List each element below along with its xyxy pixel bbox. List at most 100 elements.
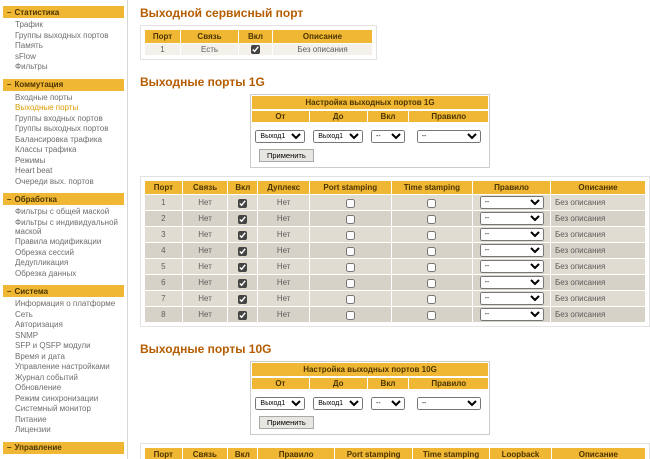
sidebar-section-system[interactable]: – Система (3, 285, 124, 297)
rule-select[interactable]: -- (479, 196, 544, 210)
settings-cell-rule: -- (409, 390, 489, 413)
sidebar-item[interactable]: Трафик (3, 20, 124, 31)
ports-10g-apply-button[interactable]: Применить (259, 416, 314, 430)
sidebar-item[interactable]: sFlow (3, 52, 124, 63)
ports-1g-rule-select[interactable]: -- (416, 130, 481, 144)
ports-10g-to-select[interactable]: Выход1 (313, 397, 364, 411)
port-stamping-checkbox[interactable] (345, 294, 355, 304)
sidebar-item[interactable]: Входные порты (3, 93, 124, 104)
time-stamping-checkbox[interactable] (427, 246, 437, 256)
cell-port-stamping (309, 258, 392, 276)
time-stamping-checkbox[interactable] (427, 310, 437, 320)
rule-select[interactable]: -- (479, 228, 544, 242)
ports-1g-enabled-select[interactable]: -- (371, 130, 406, 144)
enabled-checkbox[interactable] (238, 278, 248, 288)
sidebar-item[interactable]: Питание (3, 415, 124, 426)
sidebar-item[interactable]: Системный монитор (3, 404, 124, 415)
settings-header-from: От (251, 377, 310, 391)
sidebar-item[interactable]: Правила модификации (3, 237, 124, 248)
service-port-table: Порт Связь Вкл Описание 1 Есть Без описания (144, 29, 373, 57)
port-stamping-checkbox[interactable] (345, 278, 355, 288)
enabled-checkbox[interactable] (238, 214, 248, 224)
enabled-checkbox[interactable] (238, 198, 248, 208)
rule-select[interactable]: -- (479, 212, 544, 226)
sidebar-item[interactable]: Память (3, 41, 124, 52)
cell-description: Без описания (549, 274, 647, 292)
ports-1g-from-select[interactable]: Выход1 (255, 130, 306, 144)
enabled-checkbox[interactable] (251, 45, 260, 55)
sidebar-item[interactable]: Лицензии (3, 425, 124, 436)
port-stamping-checkbox[interactable] (345, 262, 355, 272)
cell-description: Без описания (549, 226, 647, 244)
sidebar-item[interactable]: Время и дата (3, 352, 124, 363)
port-stamping-checkbox[interactable] (345, 198, 355, 208)
column-header-loopback: Loopback (489, 447, 552, 459)
sidebar-item[interactable]: Обрезка данных (3, 269, 124, 280)
time-stamping-checkbox[interactable] (427, 262, 437, 272)
time-stamping-checkbox[interactable] (427, 278, 437, 288)
sidebar-item[interactable]: Авторизация (3, 320, 124, 331)
sidebar-section-management[interactable]: – Управление (3, 441, 124, 454)
cell-link: Нет (181, 194, 229, 212)
sidebar-item[interactable]: Группы выходных портов (3, 31, 124, 42)
sidebar-item[interactable]: Обновление (3, 383, 124, 394)
rule-select[interactable]: -- (479, 244, 544, 258)
enabled-checkbox[interactable] (238, 294, 248, 304)
cell-description: Без описания (549, 210, 647, 228)
sidebar-item[interactable]: Группы входных портов (3, 114, 124, 125)
sidebar-item[interactable]: Балансировка трафика (3, 135, 124, 146)
time-stamping-checkbox[interactable] (427, 198, 437, 208)
ports-1g-apply-button[interactable]: Применить (259, 149, 314, 163)
sidebar-item[interactable]: Фильтры (3, 62, 124, 73)
enabled-checkbox[interactable] (238, 310, 248, 320)
page: – Статистика Трафик Группы выходных портов П… (0, 0, 650, 459)
cell-port: 1 (144, 194, 183, 212)
cell-rule: -- (472, 290, 551, 308)
enabled-checkbox[interactable] (238, 246, 248, 256)
enabled-checkbox[interactable] (238, 262, 248, 272)
sidebar-section-switching[interactable]: – Коммутация (3, 78, 124, 91)
table-row: 6 Нет Нет -- Без описания (144, 274, 647, 292)
port-stamping-checkbox[interactable] (345, 246, 355, 256)
rule-select[interactable]: -- (479, 260, 544, 274)
sidebar-item[interactable]: Журнал событий (3, 373, 124, 384)
enabled-checkbox[interactable] (238, 230, 248, 240)
cell-description: Без описания (549, 290, 647, 308)
sidebar-item[interactable]: Группы выходных портов (3, 124, 124, 135)
sidebar-item[interactable]: Выходные порты (3, 103, 124, 114)
sidebar-item[interactable]: Очереди вых. портов (3, 177, 124, 188)
ports-1g-to-select[interactable]: Выход1 (313, 130, 364, 144)
sidebar-item[interactable]: Управление настройками (3, 362, 124, 373)
collapse-icon: – (7, 80, 12, 89)
cell-time-stamping (390, 274, 474, 292)
column-header-rule: Правило (472, 180, 551, 196)
ports-10g-rule-select[interactable]: -- (416, 397, 481, 411)
rule-select[interactable]: -- (479, 308, 544, 322)
ports-10g-enabled-select[interactable]: -- (371, 397, 406, 411)
time-stamping-checkbox[interactable] (427, 294, 437, 304)
port-stamping-checkbox[interactable] (345, 310, 355, 320)
sidebar-item[interactable]: Сеть (3, 310, 124, 321)
time-stamping-checkbox[interactable] (427, 230, 437, 240)
sidebar-item[interactable]: Классы трафика (3, 145, 124, 156)
sidebar-item[interactable]: Обрезка сессий (3, 248, 124, 259)
sidebar-section-statistics[interactable]: – Статистика (3, 6, 124, 18)
cell-link: Нет (181, 258, 229, 276)
sidebar-section-processing[interactable]: – Обработка (3, 193, 124, 205)
sidebar-item[interactable]: SFP и QSFP модули (3, 341, 124, 352)
sidebar-item[interactable]: SNMP (3, 331, 124, 342)
sidebar-item[interactable]: Информация о платформе (3, 299, 124, 310)
sidebar-item[interactable]: Фильтры с общей маской (3, 207, 124, 218)
sidebar-item[interactable]: Фильтры с индивидуальной маской (3, 218, 124, 238)
sidebar-item[interactable]: Режимы (3, 156, 124, 167)
time-stamping-checkbox[interactable] (427, 214, 437, 224)
sidebar-item[interactable]: Режим синхронизации (3, 394, 124, 405)
rule-select[interactable]: -- (479, 292, 544, 306)
sidebar-item[interactable]: Дедупликация (3, 258, 124, 269)
rule-select[interactable]: -- (479, 276, 544, 290)
sidebar-item[interactable]: Heart beat (3, 166, 124, 177)
ports-10g-from-select[interactable]: Выход1 (255, 397, 306, 411)
port-stamping-checkbox[interactable] (345, 214, 355, 224)
header-row: Порт Связь Вкл Описание (144, 29, 373, 44)
port-stamping-checkbox[interactable] (345, 230, 355, 240)
